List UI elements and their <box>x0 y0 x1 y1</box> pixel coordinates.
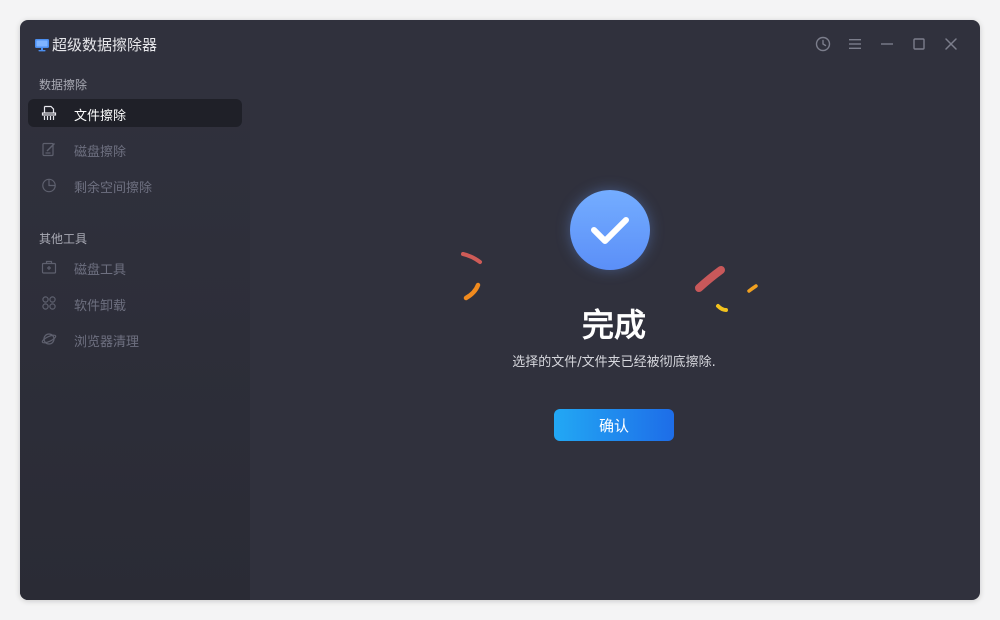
app-window: 超级数据擦除器 数据擦除 文件擦除 磁盘擦除 剩余空间擦除 其他工具 磁盘工具 … <box>20 20 980 600</box>
result-message: 选择的文件/文件夹已经被彻底擦除. <box>512 355 716 370</box>
check-circle-icon <box>570 190 650 270</box>
confetti-decoration <box>461 252 758 312</box>
result-title: 完成 <box>581 306 646 344</box>
confirm-button[interactable]: 确认 <box>554 409 674 441</box>
